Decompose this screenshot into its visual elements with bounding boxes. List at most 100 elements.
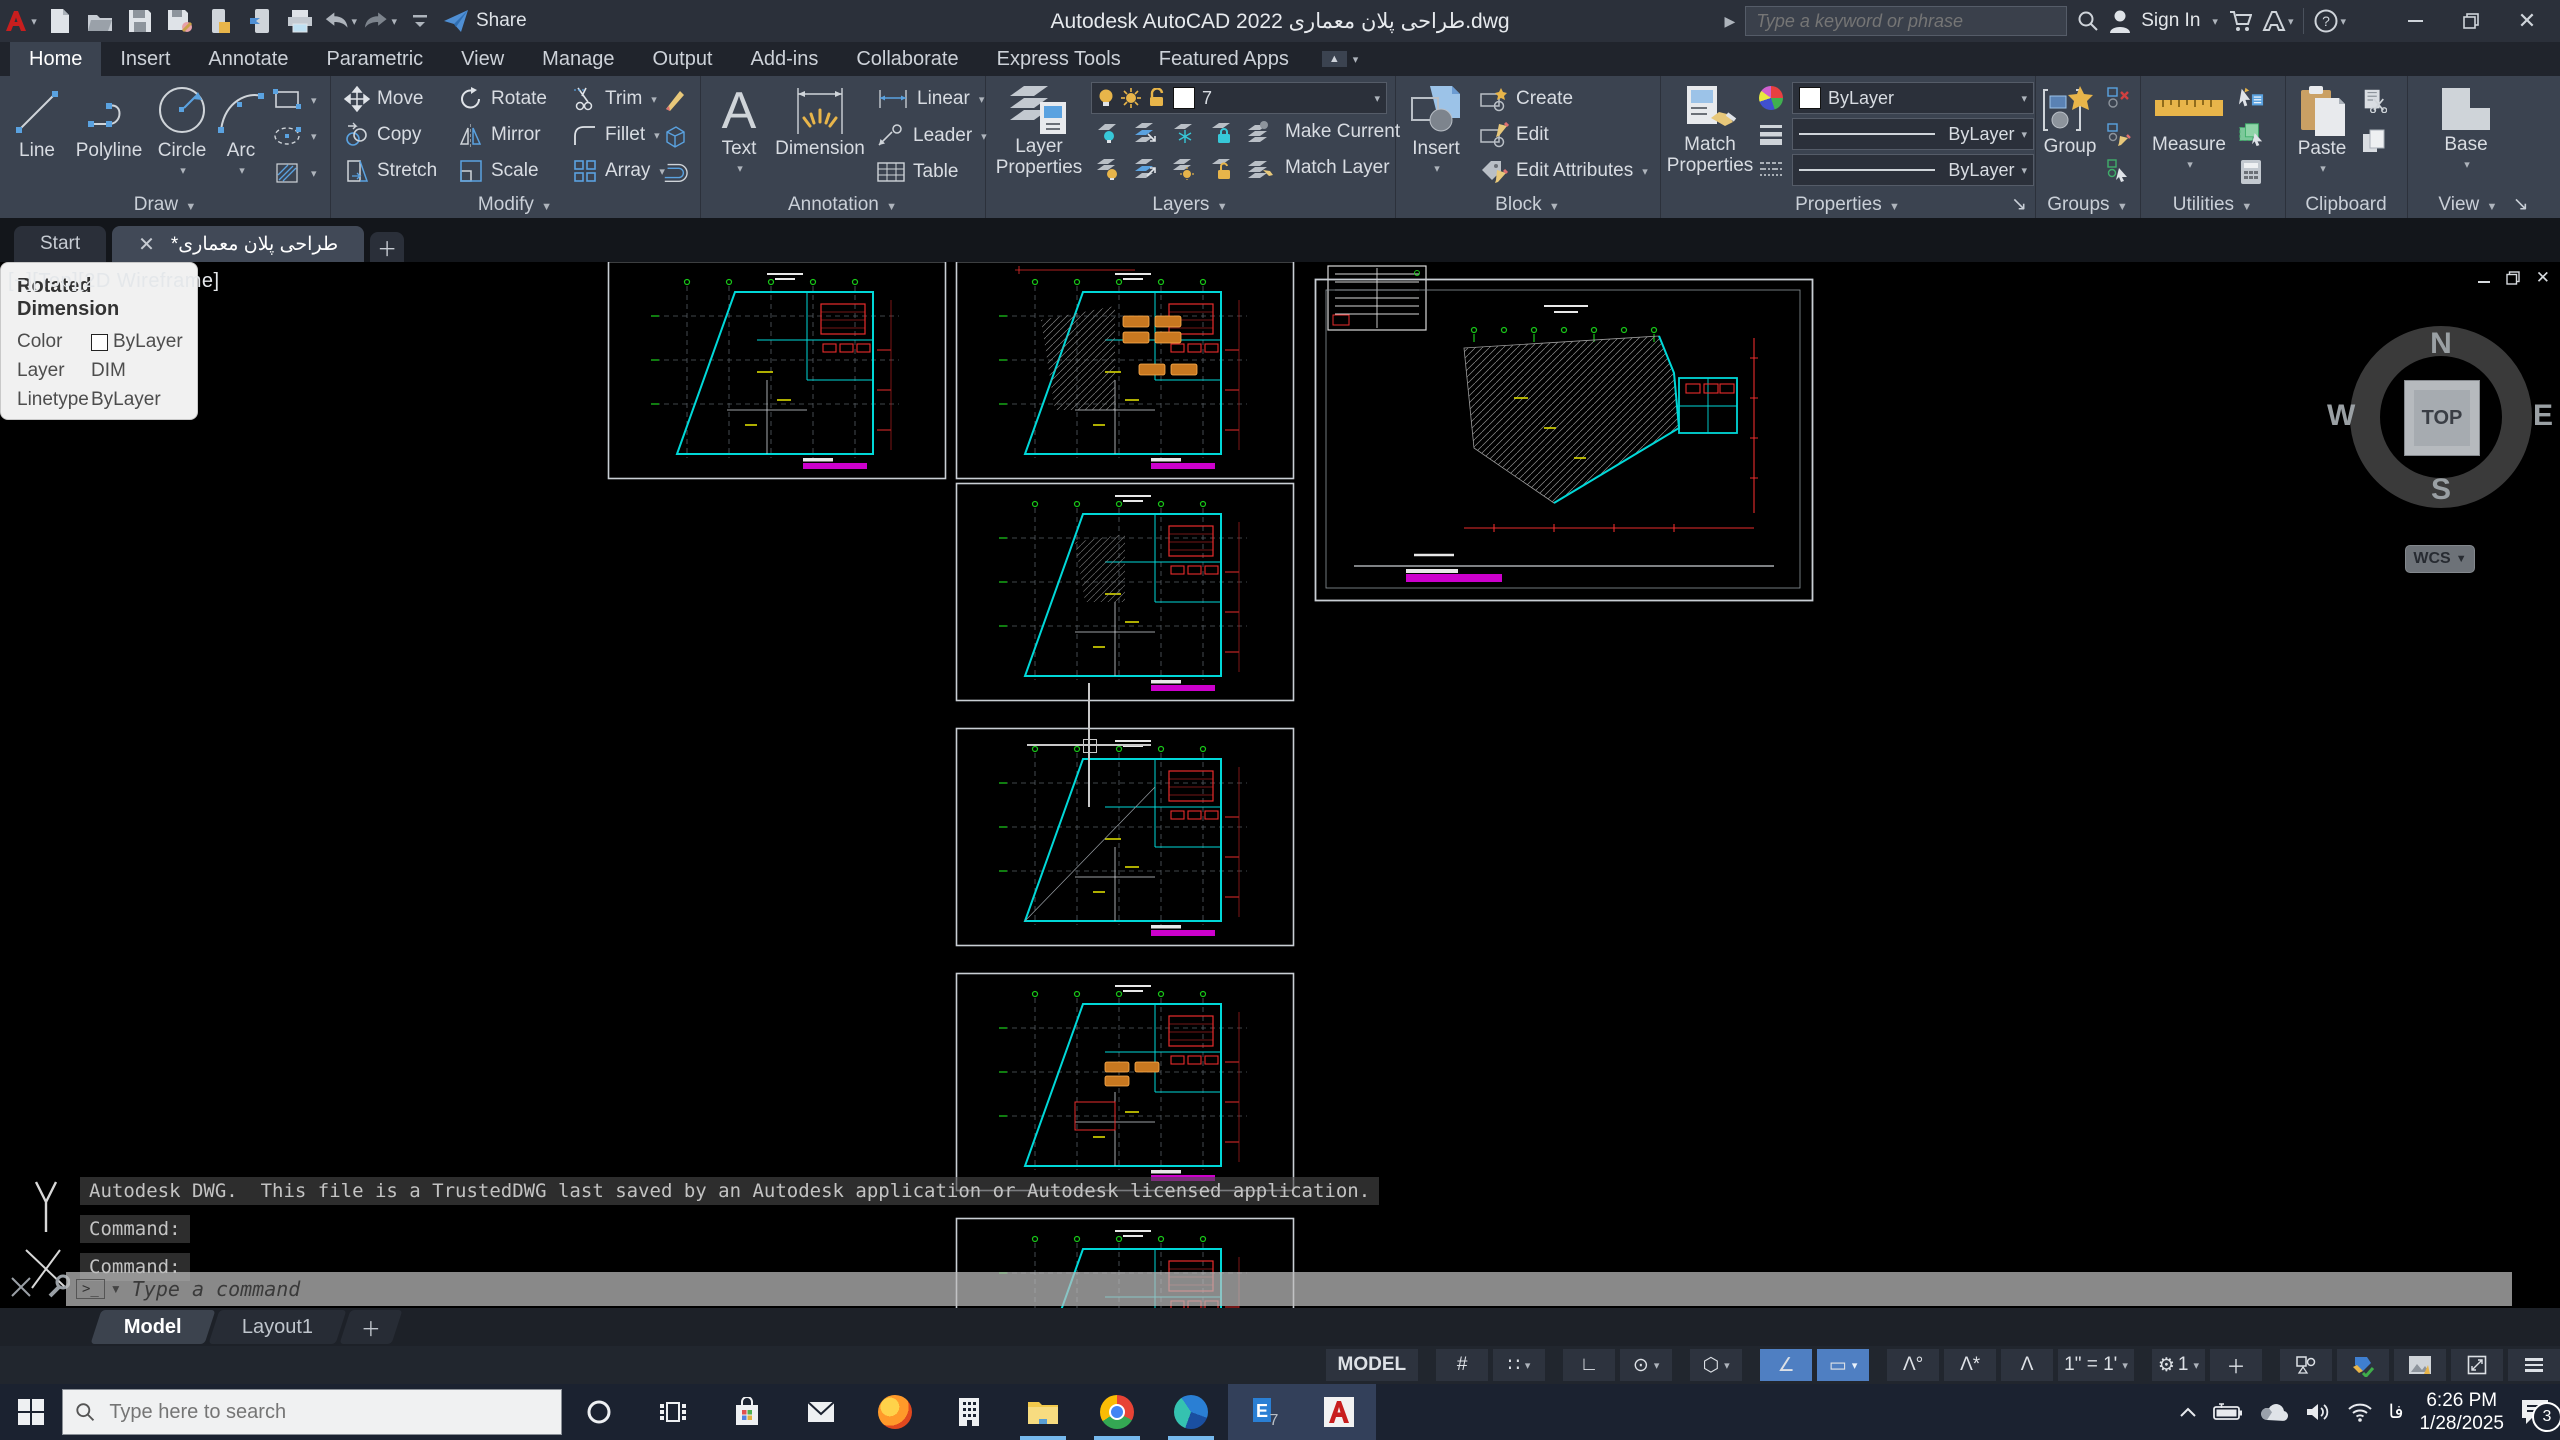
file-explorer-icon[interactable] [1006, 1384, 1080, 1440]
tab-home[interactable]: Home [10, 42, 101, 76]
taskbar-search[interactable] [62, 1389, 562, 1435]
explode-button[interactable] [662, 124, 688, 148]
edge-icon[interactable] [1154, 1384, 1228, 1440]
panel-launcher-icon[interactable]: ↘ [2011, 193, 2027, 216]
sign-in-label[interactable]: Sign In [2141, 10, 2200, 32]
viewport-controls[interactable]: [−][Top][2D Wireframe] [8, 270, 220, 293]
action-center-button[interactable]: 3 [2520, 1398, 2550, 1426]
chevron-down-icon[interactable]: ▾ [2212, 15, 2218, 28]
command-prompt[interactable]: Type a command [132, 1277, 301, 1301]
panel-label-layers[interactable]: Layers ▼ [985, 194, 1395, 216]
tab-annotate[interactable]: Annotate [189, 42, 307, 76]
floor-plan-viewport-4[interactable] [955, 482, 1295, 702]
ribbon-collapse-button[interactable]: ▲ ▾ [1322, 42, 1358, 76]
customization-plus-button[interactable]: ＋ [2210, 1349, 2262, 1381]
circle-button[interactable]: Circle ▾ [152, 84, 212, 182]
mail-icon[interactable] [784, 1384, 858, 1440]
tab-output[interactable]: Output [633, 42, 731, 76]
rectangle-button[interactable]: ▾ [272, 88, 317, 112]
view-cube[interactable]: TOP N S W E [2349, 325, 2533, 509]
wcs-dropdown[interactable]: WCS ▼ [2405, 545, 2475, 573]
undo-button[interactable]: ▾ [323, 6, 357, 36]
rotate-button[interactable]: Rotate [458, 86, 547, 112]
fillet-button[interactable]: Fillet▾ [572, 122, 660, 148]
make-current-button[interactable]: Make Current [1285, 121, 1400, 143]
open-file-button[interactable] [83, 6, 117, 36]
edit-attributes-button[interactable]: Edit Attributes▾ [1479, 158, 1648, 184]
panel-launcher-icon[interactable]: ↘ [2513, 194, 2529, 215]
layer-unlock-all-button[interactable] [1209, 156, 1235, 180]
panel-label-annotation[interactable]: Annotation ▼ [700, 194, 985, 216]
start-button[interactable] [0, 1384, 62, 1440]
lineweight-combo[interactable]: ByLayer ▾ [1792, 118, 2034, 150]
ellipse-button[interactable]: ▾ [272, 124, 317, 148]
tab-view[interactable]: View [442, 42, 523, 76]
isodraft-toggle[interactable]: ⬡▾ [1690, 1349, 1742, 1381]
panel-label-properties[interactable]: Properties ▼ ↘ [1660, 194, 2035, 216]
floor-plan-viewport-5[interactable] [955, 727, 1295, 947]
polar-tracking-toggle[interactable]: ⊙▾ [1620, 1349, 1672, 1381]
clock[interactable]: 6:26 PM 1/28/2025 [2419, 1389, 2504, 1435]
snap-mode-toggle[interactable]: ∷▾ [1493, 1349, 1545, 1381]
cut-button[interactable] [2361, 88, 2387, 112]
app-store-cart-icon[interactable] [2228, 9, 2252, 33]
panel-label-utilities[interactable]: Utilities ▼ [2140, 194, 2285, 216]
copy-clip-button[interactable] [2361, 130, 2387, 154]
array-button[interactable]: Array▾ [572, 158, 665, 184]
layer-walk-button[interactable] [1133, 156, 1159, 180]
model-space-toggle[interactable]: MODEL [1326, 1349, 1419, 1381]
tab-express-tools[interactable]: Express Tools [978, 42, 1140, 76]
compass-east[interactable]: E [2533, 399, 2553, 433]
measure-button[interactable]: Measure ▾ [2146, 84, 2232, 176]
search-icon[interactable] [2077, 10, 2099, 32]
recent-commands-button[interactable]: >_ ▼ [76, 1279, 122, 1299]
panel-label-block[interactable]: Block ▼ [1395, 194, 1660, 216]
command-input-bar[interactable]: >_ ▼ Type a command [66, 1272, 2512, 1306]
floor-plan-viewport-1[interactable] [607, 262, 947, 480]
chevron-down-icon[interactable]: ▾ [351, 15, 357, 28]
viewport-minimize-icon[interactable] [2478, 268, 2490, 288]
arc-button[interactable]: Arc ▾ [216, 84, 266, 182]
paste-button[interactable]: Paste ▾ [2291, 84, 2353, 180]
ortho-mode-toggle[interactable]: ∟ [1563, 1349, 1615, 1381]
group-selection-toggle[interactable] [2105, 158, 2131, 182]
layer-isolate-button[interactable] [1095, 120, 1121, 144]
office-building-icon[interactable] [932, 1384, 1006, 1440]
annotation-autoscale-toggle[interactable]: Λ* [1944, 1349, 1996, 1381]
file-tab-drawing[interactable]: ✕ *طراحی پلان معماری [112, 226, 364, 262]
save-button[interactable] [123, 6, 157, 36]
line-button[interactable]: Line [6, 84, 68, 161]
tray-expand-chevron-icon[interactable] [2179, 1406, 2197, 1418]
close-button[interactable]: ✕ [2504, 1, 2550, 41]
quick-calculator-button[interactable] [2238, 160, 2264, 184]
stretch-button[interactable]: Stretch [344, 158, 437, 184]
linetype-combo[interactable]: ByLayer ▾ [1792, 154, 2034, 186]
polyline-button[interactable]: Polyline [70, 84, 148, 161]
save-as-button[interactable] [163, 6, 197, 36]
qat-customize-button[interactable] [403, 6, 437, 36]
new-layout-button[interactable]: ＋ [339, 1310, 402, 1344]
wifi-icon[interactable] [2347, 1402, 2373, 1422]
annotation-scale-icon[interactable]: Λ [2001, 1349, 2053, 1381]
taskbar-search-input[interactable] [107, 1400, 549, 1425]
linear-dimension-button[interactable]: Linear▾ [876, 88, 984, 110]
redo-button[interactable]: ▾ [363, 6, 397, 36]
create-block-button[interactable]: Create [1479, 86, 1573, 112]
autodesk-apps-button[interactable]: ▾ [2262, 10, 2294, 32]
floor-plan-viewport-2[interactable] [955, 262, 1295, 480]
view-cube-top-face[interactable]: TOP [2404, 380, 2480, 456]
chrome-icon[interactable] [1080, 1384, 1154, 1440]
new-file-button[interactable] [43, 6, 77, 36]
layer-off-button[interactable] [1095, 156, 1121, 180]
layer-lock-button[interactable] [1209, 120, 1235, 144]
object-snap-toggle[interactable]: ∠ [1760, 1349, 1812, 1381]
status-bar-menu-button[interactable] [2508, 1349, 2560, 1381]
layout1-tab[interactable]: Layout1 [208, 1310, 346, 1344]
erase-button[interactable] [662, 88, 688, 112]
lineweight-display-toggle[interactable]: ▭▾ [1817, 1349, 1869, 1381]
mirror-button[interactable]: Mirror [458, 122, 541, 148]
object-color-combo[interactable]: ByLayer ▾ [1792, 82, 2034, 114]
workspace-switching-button[interactable]: ⚙1▾ [2152, 1349, 2205, 1381]
viewport-restore-icon[interactable] [2506, 271, 2520, 285]
microsoft-store-icon[interactable] [710, 1384, 784, 1440]
